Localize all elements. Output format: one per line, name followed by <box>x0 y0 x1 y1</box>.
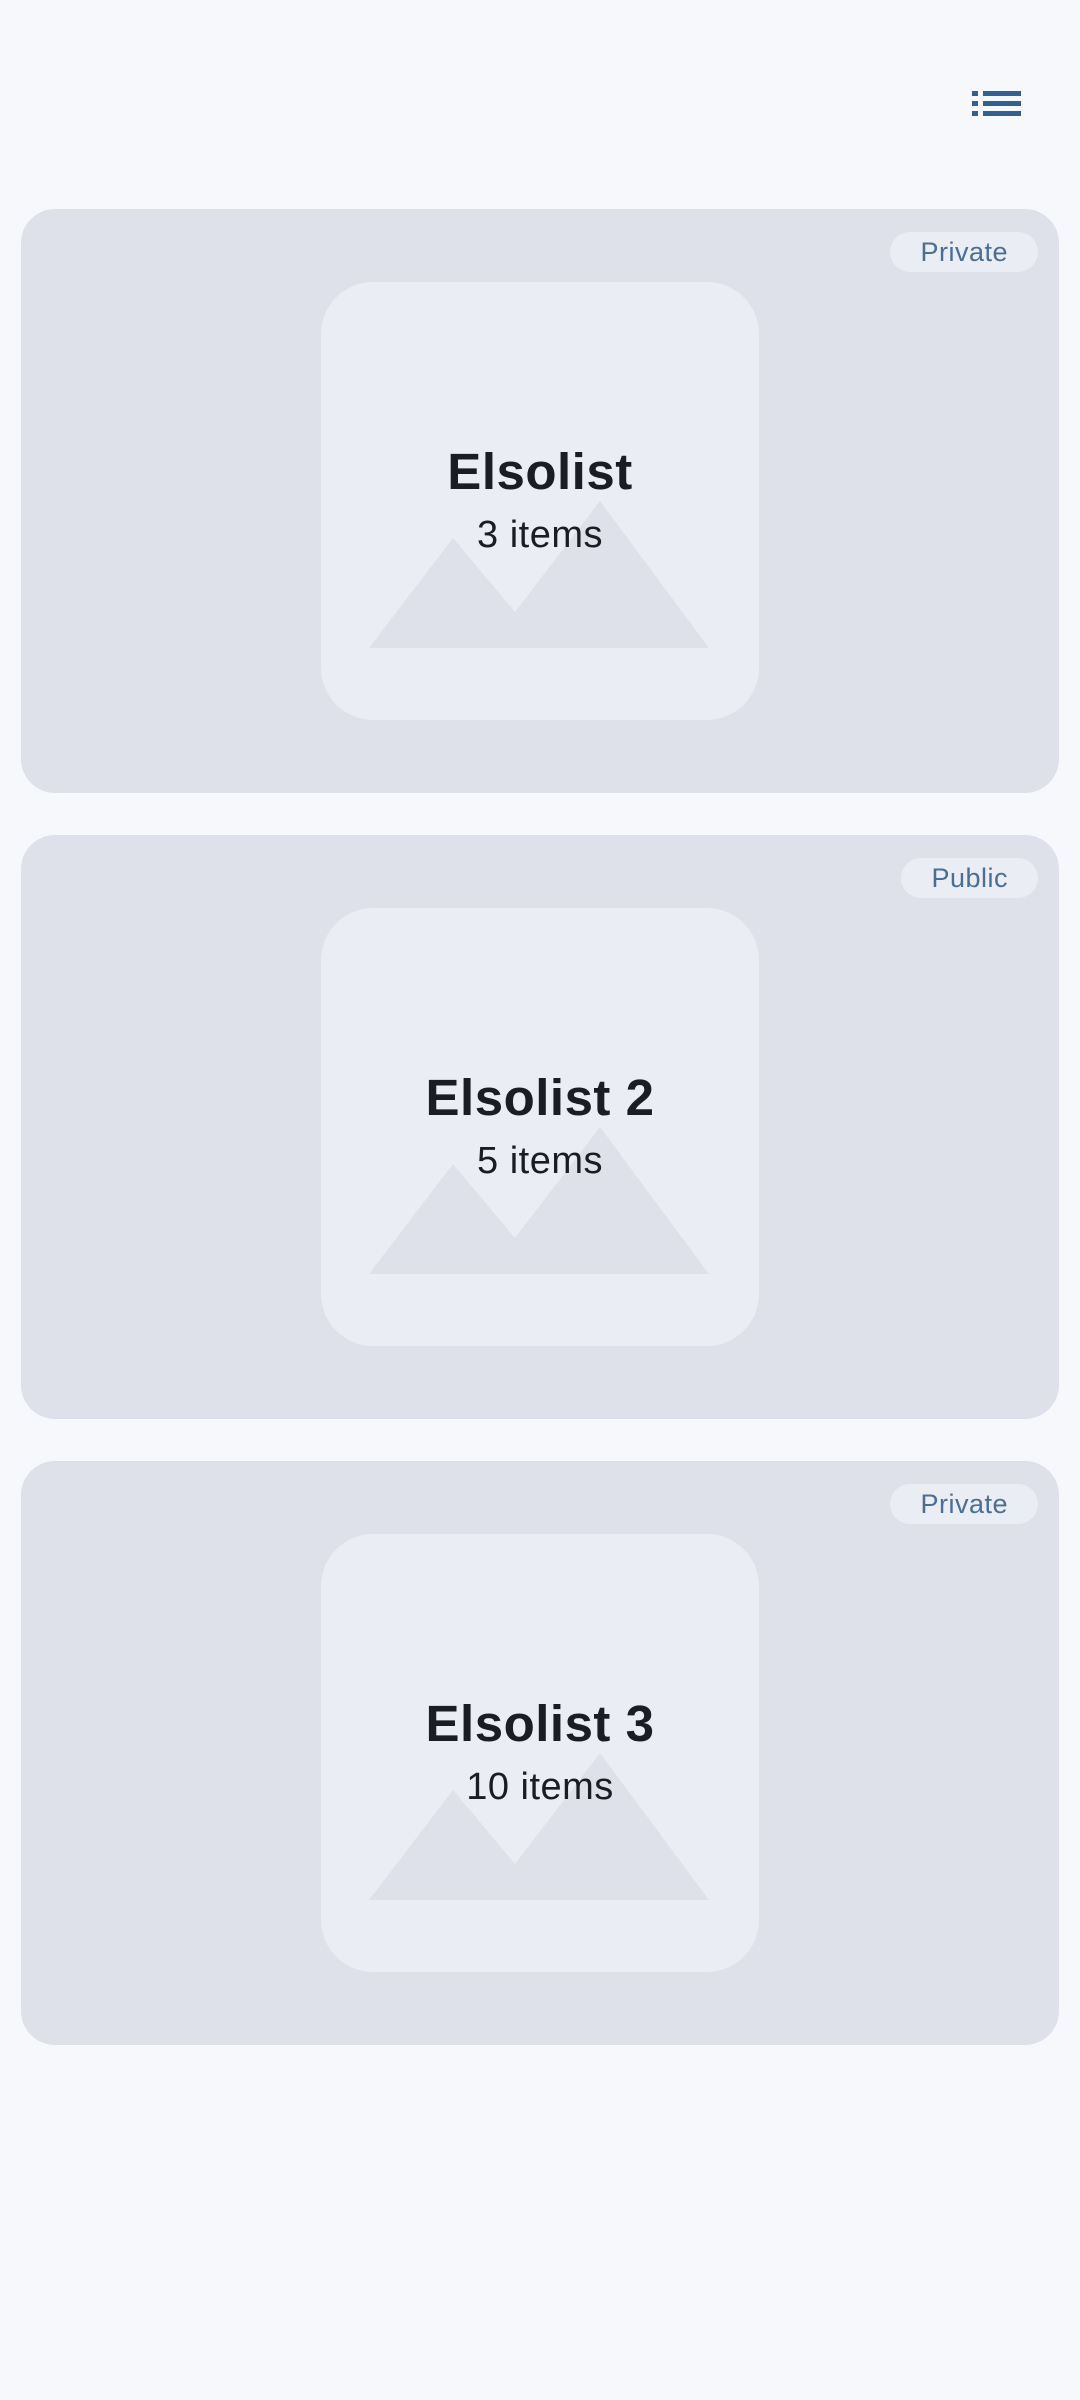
visibility-badge: Private <box>890 232 1038 272</box>
top-bar <box>0 0 1080 200</box>
list-item-count: 5 items <box>477 1140 603 1182</box>
list-title: Elsolist <box>447 443 633 500</box>
list-item-count: 10 items <box>466 1766 614 1808</box>
image-placeholder-icon <box>369 1127 709 1274</box>
list-card[interactable]: Private Elsolist 3 10 items <box>21 1461 1059 2045</box>
list-view-button[interactable] <box>960 75 1032 135</box>
list-title: Elsolist 3 <box>425 1695 655 1752</box>
visibility-badge: Public <box>901 858 1038 898</box>
list-item-count: 3 items <box>477 514 603 556</box>
list-icon <box>972 91 1021 116</box>
image-placeholder-icon <box>369 501 709 648</box>
list-thumbnail: Elsolist 3 items <box>321 282 759 720</box>
list-thumbnail: Elsolist 2 5 items <box>321 908 759 1346</box>
list-card[interactable]: Private Elsolist 3 items <box>21 209 1059 793</box>
image-placeholder-icon <box>369 1753 709 1900</box>
list-thumbnail: Elsolist 3 10 items <box>321 1534 759 1972</box>
visibility-badge: Private <box>890 1484 1038 1524</box>
list-card[interactable]: Public Elsolist 2 5 items <box>21 835 1059 1419</box>
list-title: Elsolist 2 <box>425 1069 655 1126</box>
